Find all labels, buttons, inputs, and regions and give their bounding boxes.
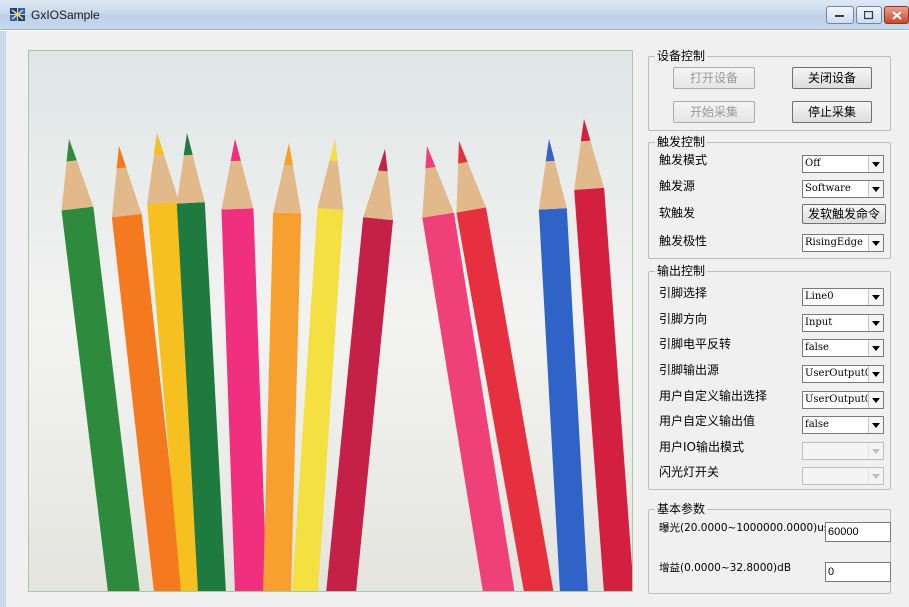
close-window-button[interactable] [884, 6, 909, 24]
chevron-down-icon [868, 156, 883, 172]
chevron-down-icon [868, 392, 883, 408]
gain-label: 增益(0.0000~32.8000)dB [659, 562, 792, 574]
trigger-source-select[interactable]: Software [802, 180, 884, 198]
chevron-down-icon [868, 181, 883, 197]
close-icon [891, 10, 902, 20]
open-device-button[interactable]: 打开设备 [673, 67, 755, 89]
output-row-label: 闪光灯开关 [659, 465, 720, 479]
close-device-button[interactable]: 关闭设备 [792, 67, 872, 89]
output-row-label: 引脚方向 [659, 312, 708, 326]
trigger-mode-select[interactable]: Off [802, 155, 884, 173]
trigger-polarity-label: 触发极性 [659, 234, 708, 248]
exposure-label: 曝光(20.0000~1000000.0000)us [659, 522, 830, 534]
output-row-label: 用户IO输出模式 [659, 440, 744, 454]
maximize-icon [864, 10, 874, 19]
output-row-select[interactable] [802, 442, 884, 460]
start-capture-button[interactable]: 开始采集 [673, 101, 755, 123]
chevron-down-icon [868, 340, 883, 356]
output-row-select[interactable]: UserOutput0 [802, 391, 884, 409]
soft-trigger-label: 软触发 [659, 206, 696, 220]
chevron-down-icon [868, 366, 883, 382]
output-row-value: UserOutput0 [805, 368, 872, 379]
minimize-button[interactable] [826, 6, 854, 24]
exposure-input[interactable]: 60000 [825, 522, 891, 542]
output-row-select[interactable]: false [802, 416, 884, 434]
trigger-polarity-value: RisingEdge [805, 237, 863, 248]
chevron-down-icon [868, 468, 883, 484]
output-row-select[interactable]: Line0 [802, 288, 884, 306]
output-row-label: 引脚输出源 [659, 363, 720, 377]
output-row-value: UserOutput0 [805, 394, 872, 405]
device-control-title: 设备控制 [655, 49, 708, 63]
trigger-source-label: 触发源 [659, 179, 696, 193]
output-row-value: false [805, 419, 829, 430]
output-row-select[interactable] [802, 467, 884, 485]
output-row-select[interactable]: false [802, 339, 884, 357]
basic-params-title: 基本参数 [655, 502, 708, 516]
output-row-label: 用户自定义输出值 [659, 414, 756, 428]
output-row-label: 用户自定义输出选择 [659, 389, 768, 403]
trigger-polarity-select[interactable]: RisingEdge [802, 234, 884, 252]
output-row-select[interactable]: UserOutput0 [802, 365, 884, 383]
output-row-select[interactable]: Input [802, 314, 884, 332]
output-row-value: false [805, 342, 829, 353]
chevron-down-icon [868, 315, 883, 331]
output-row-label: 引脚选择 [659, 286, 708, 300]
stop-capture-button[interactable]: 停止采集 [792, 101, 872, 123]
trigger-control-title: 触发控制 [655, 135, 708, 149]
gain-input[interactable]: 0 [825, 562, 891, 582]
output-row-label: 引脚电平反转 [659, 337, 732, 351]
output-control-title: 输出控制 [655, 264, 708, 278]
output-row-value: Line0 [805, 291, 834, 302]
output-row-value: Input [805, 317, 833, 328]
trigger-mode-value: Off [805, 158, 821, 169]
camera-preview [28, 50, 633, 592]
maximize-button[interactable] [856, 6, 882, 24]
minimize-icon [835, 15, 844, 17]
window-title: GxIOSample [31, 8, 100, 22]
chevron-down-icon [868, 443, 883, 459]
camera-preview-image [29, 51, 632, 591]
trigger-source-value: Software [805, 183, 851, 194]
send-soft-trigger-button[interactable]: 发软触发命令 [802, 204, 886, 224]
chevron-down-icon [868, 235, 883, 251]
chevron-down-icon [868, 289, 883, 305]
title-bar: GxIOSample [0, 0, 909, 30]
chevron-down-icon [868, 417, 883, 433]
app-icon [10, 8, 25, 21]
trigger-mode-label: 触发模式 [659, 153, 708, 167]
